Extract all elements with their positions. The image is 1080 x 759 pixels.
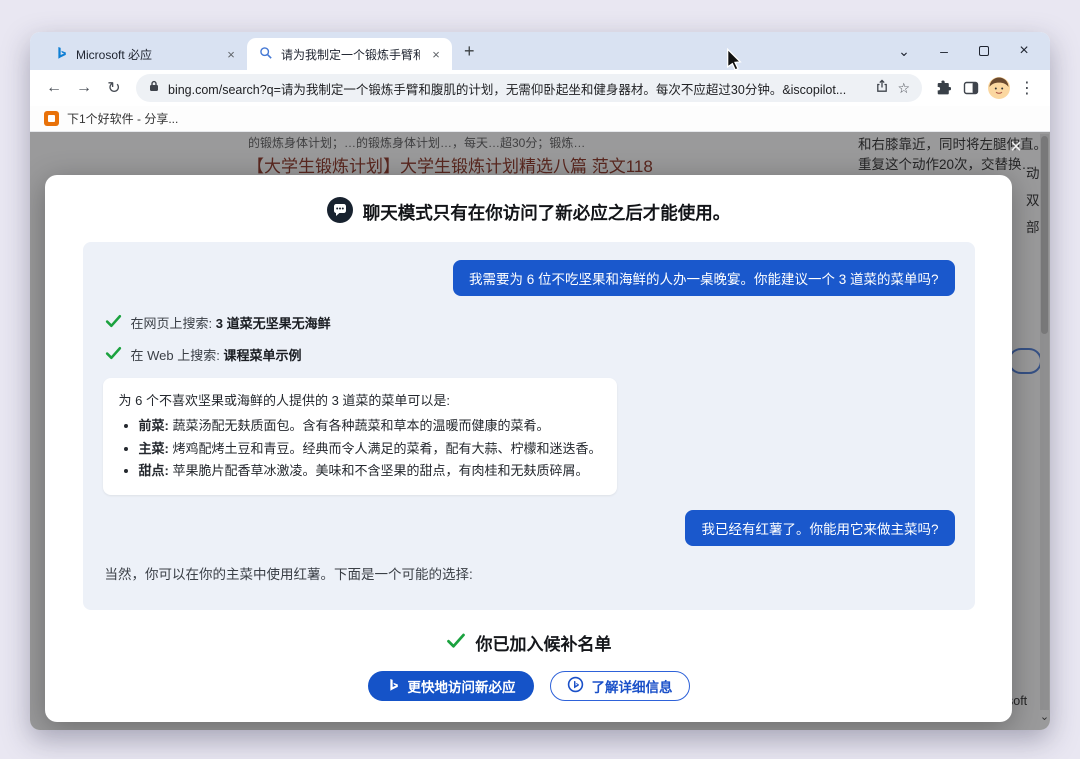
course-item: 甜点: 苹果脆片配香草冰激凌。美味和不含坚果的甜点，有肉桂和无麸质碎屑。: [139, 460, 602, 483]
chat-bubble-icon: [327, 197, 353, 228]
browser-window: Microsoft 必应 × 请为我制定一个锻炼手臂和腹肌… × + ⌄ – ×…: [30, 32, 1050, 730]
bot-answer-card: 为 6 个不喜欢坚果或海鲜的人提供的 3 道菜的菜单可以是: 前菜: 蔬菜汤配无…: [103, 378, 618, 495]
browser-toolbar: ← → ↻ bing.com/search?q=请为我制定一个锻炼手臂和腹肌的计…: [30, 70, 1050, 106]
extensions-puzzle-icon[interactable]: [930, 80, 956, 96]
share-icon[interactable]: [875, 79, 889, 98]
bookmarks-bar: 下1个好软件 - 分享...: [30, 106, 1050, 132]
desktop: Microsoft 必应 × 请为我制定一个锻炼手臂和腹肌… × + ⌄ – ×…: [0, 0, 1080, 759]
page-content: 的锻炼身体计划；…的锻炼身体计划…，每天…超30分；锻炼… 【大学生锻炼计划】大…: [30, 132, 1050, 730]
tab-label: Microsoft 必应: [76, 46, 215, 63]
maximize-icon: [979, 46, 989, 56]
waitlist-text: 你已加入候补名单: [476, 630, 612, 655]
mouse-cursor: [726, 48, 742, 77]
bookmark-star-icon[interactable]: ☆: [897, 80, 910, 97]
user-message-bubble: 我需要为 6 位不吃坚果和海鲜的人办一桌晚宴。你能建议一个 3 道菜的菜单吗?: [453, 260, 955, 296]
search-status-text: 在 Web 上搜索: 课程菜单示例: [131, 345, 302, 364]
visit-new-bing-button[interactable]: 更快地访问新必应: [368, 671, 534, 701]
checkmark-icon: [105, 312, 122, 332]
learn-more-button[interactable]: 了解详细信息: [550, 671, 690, 701]
tab-close-icon[interactable]: ×: [428, 47, 444, 62]
back-icon[interactable]: ←: [40, 79, 68, 97]
search-status-row: 在 Web 上搜索: 课程菜单示例: [105, 344, 955, 364]
maximize-button[interactable]: [964, 43, 1004, 59]
tab-microsoft-bing[interactable]: Microsoft 必应 ×: [42, 38, 247, 70]
tab-search-chevron-icon[interactable]: ⌄: [884, 43, 924, 60]
waitlist-confirmation: 你已加入候补名单: [446, 630, 612, 655]
browser-menu-icon[interactable]: ⋮: [1014, 78, 1040, 98]
checkmark-icon: [105, 344, 122, 364]
new-tab-button[interactable]: +: [464, 41, 475, 62]
profile-avatar[interactable]: [986, 77, 1012, 99]
tab-close-icon[interactable]: ×: [223, 47, 239, 62]
tab-label: 请为我制定一个锻炼手臂和腹肌…: [281, 46, 420, 63]
bing-logo-icon: [386, 678, 400, 695]
bookmark-item[interactable]: 下1个好软件 - 分享...: [67, 110, 178, 127]
bot-answer-text: 当然，你可以在你的主菜中使用红薯。下面是一个可能的选择:: [105, 563, 955, 583]
forward-icon[interactable]: →: [70, 79, 98, 97]
search-icon: [259, 46, 273, 63]
minimize-button[interactable]: –: [924, 43, 964, 59]
address-bar[interactable]: bing.com/search?q=请为我制定一个锻炼手臂和腹肌的计划，无需仰卧…: [136, 74, 922, 102]
user-message-bubble: 我已经有红薯了。你能用它来做主菜吗?: [685, 510, 954, 546]
checkmark-icon: [446, 630, 466, 655]
window-controls: ⌄ – ×: [884, 32, 1044, 70]
search-status-text: 在网页上搜索: 3 道菜无坚果无海鲜: [131, 313, 331, 332]
chat-preview-panel: 我需要为 6 位不吃坚果和海鲜的人办一桌晚宴。你能建议一个 3 道菜的菜单吗? …: [83, 242, 975, 610]
new-bing-modal: 聊天模式只有在你访问了新必应之后才能使用。 我需要为 6 位不吃坚果和海鲜的人办…: [45, 175, 1012, 722]
modal-close-icon[interactable]: ×: [1003, 136, 1029, 159]
lock-icon: [148, 79, 160, 97]
course-item: 前菜: 蔬菜汤配无麸质面包。含有各种蔬菜和草本的温暖而健康的菜肴。: [139, 415, 602, 438]
tab-bar: Microsoft 必应 × 请为我制定一个锻炼手臂和腹肌… × + ⌄ – ×: [30, 32, 1050, 70]
refresh-icon[interactable]: ↻: [100, 78, 128, 98]
answer-intro: 为 6 个不喜欢坚果或海鲜的人提供的 3 道菜的菜单可以是:: [119, 390, 602, 413]
modal-actions: 更快地访问新必应 了解详细信息: [368, 671, 690, 701]
menu-course-list: 前菜: 蔬菜汤配无麸质面包。含有各种蔬菜和草本的温暖而健康的菜肴。 主菜: 烤鸡…: [123, 415, 602, 483]
tab-workout-search[interactable]: 请为我制定一个锻炼手臂和腹肌… ×: [247, 38, 452, 70]
search-status-row: 在网页上搜索: 3 道菜无坚果无海鲜: [105, 312, 955, 332]
course-item: 主菜: 烤鸡配烤土豆和青豆。经典而令人满足的菜肴，配有大蒜、柠檬和迷迭香。: [139, 438, 602, 461]
bing-logo-icon: [54, 46, 68, 63]
url-text: bing.com/search?q=请为我制定一个锻炼手臂和腹肌的计划，无需仰卧…: [168, 79, 867, 98]
modal-header: 聊天模式只有在你访问了新必应之后才能使用。: [327, 197, 731, 228]
bookmark-favicon: [44, 111, 59, 126]
side-panel-icon[interactable]: [958, 80, 984, 96]
close-window-button[interactable]: ×: [1004, 42, 1044, 60]
info-circle-icon: [567, 676, 584, 696]
modal-title: 聊天模式只有在你访问了新必应之后才能使用。: [363, 200, 731, 225]
